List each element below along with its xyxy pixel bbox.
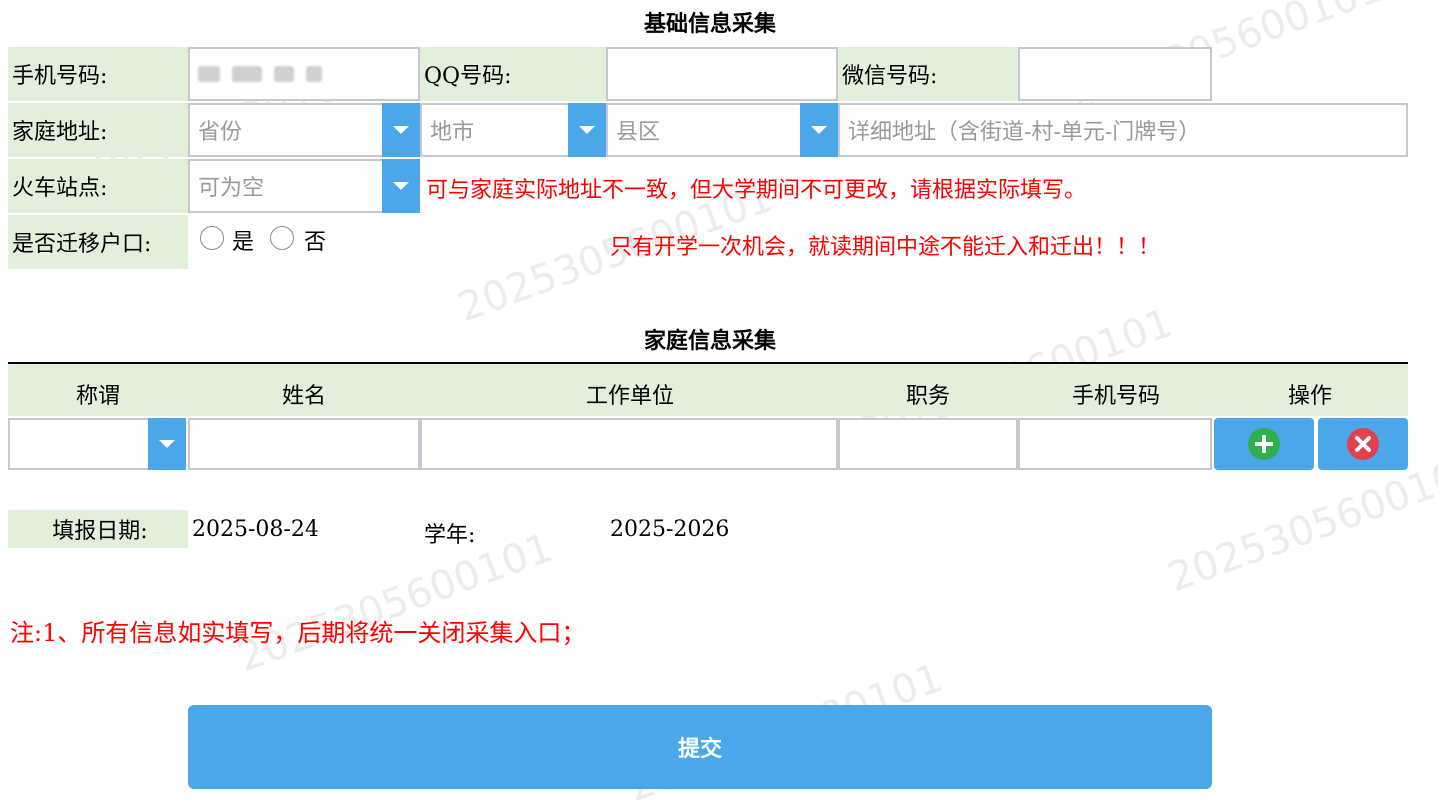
county-dropdown-icon[interactable] bbox=[800, 103, 838, 157]
hukou-note: 只有开学一次机会，就读期间中途不能迁入和迁出！！！ bbox=[610, 235, 1161, 260]
submit-button[interactable]: 提交 bbox=[188, 705, 1212, 789]
address-label: 家庭地址: bbox=[8, 103, 188, 157]
qq-field[interactable] bbox=[606, 47, 838, 101]
watermark: 2025305600101 bbox=[232, 524, 559, 682]
footnote: 注:1、所有信息如实填写，后期将统一关闭采集入口； bbox=[10, 619, 586, 647]
relation-dropdown-icon[interactable] bbox=[148, 418, 186, 470]
county-placeholder: 县区 bbox=[616, 120, 661, 145]
family-info-title: 家庭信息采集 bbox=[643, 328, 776, 354]
relation-select[interactable] bbox=[8, 418, 150, 470]
basic-info-title: 基础信息采集 bbox=[643, 11, 776, 37]
hukou-no-radio[interactable] bbox=[270, 226, 294, 250]
family-employer-field[interactable] bbox=[420, 418, 838, 470]
column-header-position: 职务 bbox=[905, 384, 950, 409]
detail-address-placeholder: 详细地址（含街道-村-单元-门牌号） bbox=[848, 120, 1201, 145]
province-placeholder: 省份 bbox=[198, 120, 243, 145]
family-name-field[interactable] bbox=[188, 418, 420, 470]
wechat-field[interactable] bbox=[1018, 47, 1212, 101]
date-value: 2025-08-24 bbox=[192, 517, 319, 542]
column-header-phone: 手机号码 bbox=[1071, 384, 1160, 409]
close-icon bbox=[1347, 428, 1379, 460]
station-label: 火车站点: bbox=[8, 159, 188, 213]
delete-row-button[interactable] bbox=[1318, 418, 1408, 470]
hukou-no-label[interactable]: 否 bbox=[304, 224, 326, 256]
detail-address-field[interactable]: 详细地址（含街道-村-单元-门牌号） bbox=[838, 103, 1408, 157]
hukou-yes-radio[interactable] bbox=[200, 226, 224, 250]
station-select[interactable]: 可为空 bbox=[188, 159, 384, 213]
hukou-yes-label[interactable]: 是 bbox=[232, 224, 254, 256]
qq-label: QQ号码: bbox=[420, 47, 606, 101]
family-position-field[interactable] bbox=[838, 418, 1018, 470]
year-value: 2025-2026 bbox=[610, 517, 730, 542]
province-select[interactable]: 省份 bbox=[188, 103, 384, 157]
city-dropdown-icon[interactable] bbox=[568, 103, 606, 157]
wechat-label: 微信号码: bbox=[838, 47, 1018, 101]
hukou-label: 是否迁移户口: bbox=[8, 215, 188, 269]
column-header-employer: 工作单位 bbox=[585, 384, 674, 409]
station-dropdown-icon[interactable] bbox=[382, 159, 420, 213]
phone-field[interactable] bbox=[188, 47, 420, 101]
phone-label: 手机号码: bbox=[8, 47, 188, 101]
add-row-button[interactable] bbox=[1214, 418, 1314, 470]
column-header-relation: 称谓 bbox=[75, 384, 120, 409]
column-header-name: 姓名 bbox=[281, 384, 326, 409]
plus-icon bbox=[1248, 428, 1280, 460]
province-dropdown-icon[interactable] bbox=[382, 103, 420, 157]
family-phone-field[interactable] bbox=[1018, 418, 1212, 470]
date-label-text: 填报日期: bbox=[52, 519, 148, 544]
year-label: 学年: bbox=[424, 523, 476, 548]
date-label: 填报日期: bbox=[8, 510, 188, 548]
county-select[interactable]: 县区 bbox=[606, 103, 802, 157]
column-header-actions: 操作 bbox=[1287, 384, 1332, 409]
station-note: 可与家庭实际地址不一致，但大学期间不可更改，请根据实际填写。 bbox=[426, 178, 1087, 203]
station-placeholder: 可为空 bbox=[198, 176, 265, 201]
city-placeholder: 地市 bbox=[430, 120, 475, 145]
city-select[interactable]: 地市 bbox=[420, 103, 570, 157]
